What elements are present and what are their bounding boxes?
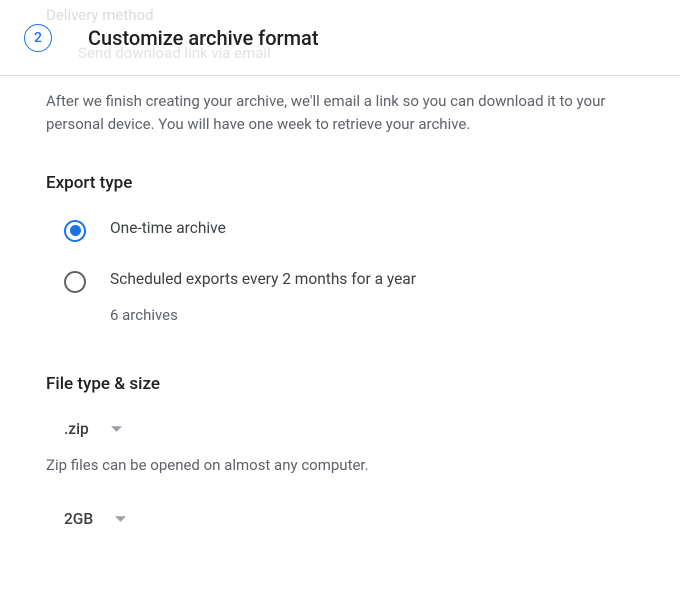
- chevron-down-icon: [115, 516, 126, 522]
- file-type-description: Zip files can be opened on almost any co…: [46, 456, 634, 474]
- step-title: Customize archive format: [88, 26, 319, 50]
- file-type-value: .zip: [64, 420, 89, 438]
- file-type-size-heading: File type & size: [46, 374, 634, 394]
- file-type-dropdown[interactable]: .zip: [64, 420, 122, 438]
- step-number: 2: [34, 30, 42, 46]
- export-type-group: One-time archive Scheduled exports every…: [46, 205, 634, 338]
- radio-sublabel: 6 archives: [110, 306, 416, 324]
- step-header: Delivery method Send download link via e…: [0, 0, 680, 76]
- radio-icon: [64, 271, 86, 293]
- archive-description: After we finish creating your archive, w…: [46, 90, 634, 137]
- radio-label: Scheduled exports every 2 months for a y…: [110, 270, 416, 288]
- chevron-down-icon: [111, 426, 122, 432]
- step-number-badge: 2: [24, 24, 52, 52]
- file-size-dropdown[interactable]: 2GB: [64, 510, 126, 528]
- export-type-heading: Export type: [46, 173, 634, 193]
- radio-icon: [64, 220, 86, 242]
- export-option-onetime[interactable]: One-time archive: [46, 205, 634, 256]
- step-content: After we finish creating your archive, w…: [0, 76, 680, 528]
- radio-label: One-time archive: [110, 219, 226, 237]
- export-option-scheduled[interactable]: Scheduled exports every 2 months for a y…: [46, 256, 634, 338]
- file-size-value: 2GB: [64, 510, 93, 528]
